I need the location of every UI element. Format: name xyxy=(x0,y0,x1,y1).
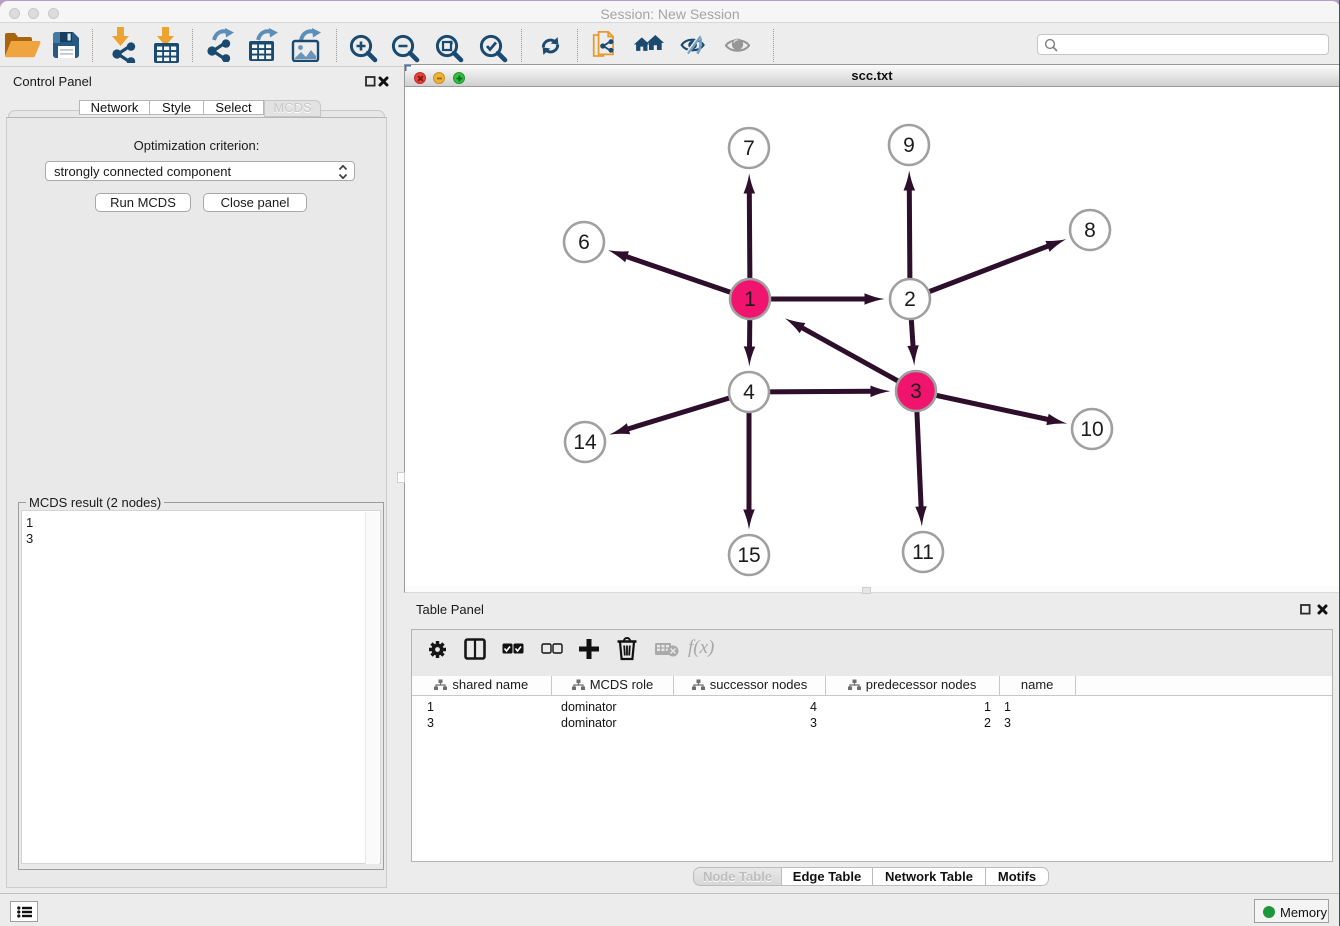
svg-text:15: 15 xyxy=(737,544,760,567)
svg-text:10: 10 xyxy=(1080,418,1103,441)
svg-text:9: 9 xyxy=(903,134,915,157)
svg-text:3: 3 xyxy=(910,380,922,403)
svg-text:4: 4 xyxy=(743,381,755,404)
svg-text:6: 6 xyxy=(578,231,590,254)
svg-text:7: 7 xyxy=(743,137,755,160)
svg-text:14: 14 xyxy=(573,431,597,454)
svg-text:11: 11 xyxy=(912,541,934,564)
svg-text:8: 8 xyxy=(1084,219,1096,242)
svg-text:2: 2 xyxy=(904,288,916,311)
svg-text:1: 1 xyxy=(744,288,756,311)
